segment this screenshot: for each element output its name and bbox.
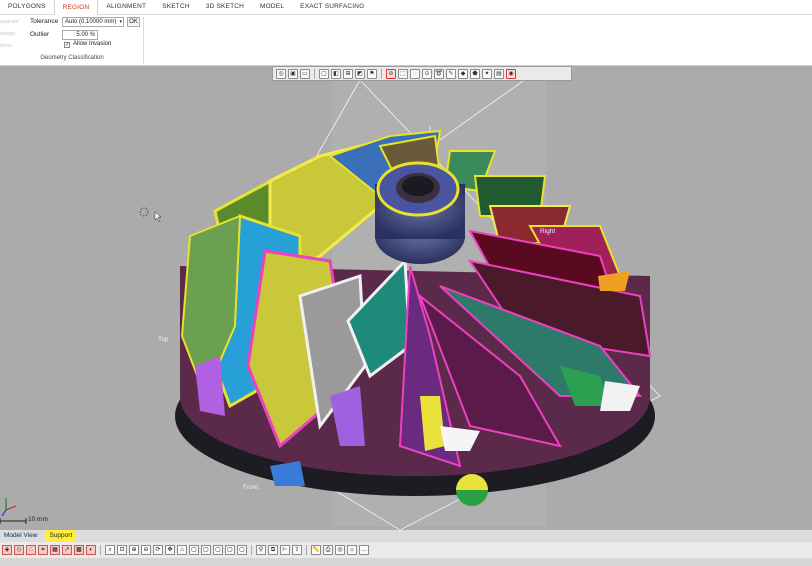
bottom-tab-bar: Model View Support (0, 530, 812, 542)
right-plane-label: Right (540, 228, 556, 235)
tab-sketch[interactable]: SKETCH (154, 0, 198, 14)
tab-support[interactable]: Support (45, 530, 77, 542)
toolbar-divider (306, 545, 307, 555)
normals-icon[interactable]: ↗ (62, 545, 72, 555)
impeller-model[interactable] (0, 66, 812, 530)
z-axis-icon (1, 509, 7, 517)
points-icon[interactable]: ∴ (26, 545, 36, 555)
ribbon-tab-bar: POLYGONS REGION ALIGNMENT SKETCH 3D SKETCH MO… (0, 0, 812, 15)
left-view-icon[interactable]: ▢ (213, 545, 223, 555)
wireframe-icon[interactable]: ◇ (14, 545, 24, 555)
home-view-icon[interactable]: ⌂ (177, 545, 187, 555)
view-toolbar: ◎ ▣ ▭ ▢ ◧ ⊞ ◩ ⚑ ⊘ ⬚ ◌ ⊙ ➰ ✎ ◆ ⬟ ✦ ▤ ◉ (272, 66, 572, 81)
texture-icon[interactable]: ▩ (74, 545, 84, 555)
enlarge-label: nlarge (0, 31, 16, 37)
status-bar (0, 558, 812, 566)
toolbar-divider (381, 68, 382, 79)
no-select-icon[interactable]: ⊘ (386, 68, 396, 79)
zoom-in-icon[interactable]: ⊕ (129, 545, 139, 555)
visibility-eye-icon[interactable]: ◉ (506, 68, 516, 79)
highlight-icon[interactable]: ▤ (494, 68, 504, 79)
tab-alignment[interactable]: ALIGNMENT (98, 0, 154, 14)
tab-polygons[interactable]: POLYGONS (0, 0, 54, 14)
tolerance-dropdown[interactable]: Auto (0.10000 mm) ▾ (62, 17, 124, 27)
measure-icon[interactable]: ⊢ (280, 545, 290, 555)
mouse-cursor-icon (154, 211, 162, 223)
front-view-icon[interactable]: ▢ (189, 545, 199, 555)
cube-view-icon[interactable]: ▢ (319, 68, 329, 79)
zoom-out-icon[interactable]: ⊖ (141, 545, 151, 555)
view-orient-icon[interactable]: ◎ (276, 68, 286, 79)
pick-marker-icon (139, 207, 149, 217)
section-view-icon[interactable]: ◧ (331, 68, 341, 79)
ribbon-divider (143, 17, 144, 64)
split-view-icon[interactable]: ◩ (355, 68, 365, 79)
pan-icon[interactable]: ✥ (165, 545, 175, 555)
paint-icon[interactable]: ◆ (458, 68, 468, 79)
shaded-icon[interactable]: ◈ (2, 545, 12, 555)
probe-icon[interactable]: ⚲ (256, 545, 266, 555)
tolerance-label: Tolerance (30, 18, 59, 25)
allow-invasion-label: Allow Invasion (73, 41, 112, 47)
hub-bore-inner (402, 176, 434, 196)
copy-icon[interactable]: ⧉ (268, 545, 278, 555)
light-icon[interactable]: ☼ (347, 545, 357, 555)
rotate-icon[interactable]: ⟳ (153, 545, 163, 555)
options-label: tions (0, 43, 12, 49)
bottom-toolbar: ◈ ◇ ∴ ⌗ ▦ ↗ ▩ ◐ ⌕ ⊡ ⊕ ⊖ ⟳ ✥ ⌂ ▢ ▢ ▢ ▢ ▢ ⚲ ⧉ ⊢ ⇪ 📏 ⎙ ◎ ☼… (0, 542, 812, 558)
top-plane-label: Top (158, 336, 169, 343)
geometry-classification-group-label: Geometry Classification (40, 55, 104, 61)
circle-select-icon[interactable]: ◌ (410, 68, 420, 79)
x-axis-icon (5, 505, 17, 511)
tab-3d-sketch[interactable]: 3D SKETCH (198, 0, 252, 14)
tab-model[interactable]: MODEL (252, 0, 292, 14)
zoom-fit-icon[interactable]: ⌕ (105, 545, 115, 555)
region-grow-icon[interactable]: ⬟ (470, 68, 480, 79)
mesh-icon[interactable]: ▦ (50, 545, 60, 555)
outlier-label: Outlier (30, 31, 50, 38)
plane-view-icon[interactable]: ⊞ (343, 68, 353, 79)
outlier-field[interactable]: 5.00 % (62, 30, 98, 40)
box-view-icon[interactable]: ▣ (288, 68, 298, 79)
zoom-window-icon[interactable]: ⊡ (117, 545, 127, 555)
magic-select-icon[interactable]: ✦ (482, 68, 492, 79)
ruler-icon[interactable]: 📏 (311, 545, 321, 555)
front-plane-label: Front (243, 484, 259, 491)
lasso-icon[interactable]: ➰ (434, 68, 444, 79)
print-icon[interactable]: ⎙ (323, 545, 333, 555)
right-view-icon[interactable]: ▢ (225, 545, 235, 555)
edges-icon[interactable]: ⌗ (38, 545, 48, 555)
tab-exact-surfacing[interactable]: EXACT SURFACING (292, 0, 372, 14)
flag-icon[interactable]: ⚑ (367, 68, 377, 79)
display-mode-icon[interactable]: ▭ (300, 68, 310, 79)
rect-select-icon[interactable]: ⬚ (398, 68, 408, 79)
separate-label: eparate (0, 19, 19, 25)
scale-label: 10 mm (28, 516, 48, 523)
toolbar-divider (314, 68, 315, 79)
camera-icon[interactable]: ◎ (335, 545, 345, 555)
export-icon[interactable]: ⇪ (292, 545, 302, 555)
deviation-icon[interactable]: ◐ (86, 545, 96, 555)
tab-region[interactable]: REGION (53, 0, 99, 15)
top-view-icon[interactable]: ▢ (237, 545, 247, 555)
brush-icon[interactable]: ✎ (446, 68, 456, 79)
toolbar-divider (251, 545, 252, 555)
back-view-icon[interactable]: ▢ (201, 545, 211, 555)
ok-button[interactable]: OK (127, 17, 140, 27)
toolbar-divider (100, 545, 101, 555)
tab-model-view[interactable]: Model View (0, 530, 41, 542)
tolerance-value: Auto (0.10000 mm) (65, 19, 117, 25)
3d-viewport[interactable]: Top Front Right 10 mm ◎ ▣ ▭ ▢ ◧ ⊞ ◩ ⚑ ⊘ ⬚ ◌ ⊙ ➰ ✎ ◆ ⬟ ✦ ▤… (0, 66, 812, 530)
more-icon[interactable]: … (359, 545, 369, 555)
point-select-icon[interactable]: ⊙ (422, 68, 432, 79)
chevron-down-icon: ▾ (119, 19, 122, 25)
allow-invasion-checkbox[interactable]: ✓ (64, 42, 70, 48)
ribbon-panel: eparate nlarge tions Tolerance Auto (0.1… (0, 15, 812, 66)
